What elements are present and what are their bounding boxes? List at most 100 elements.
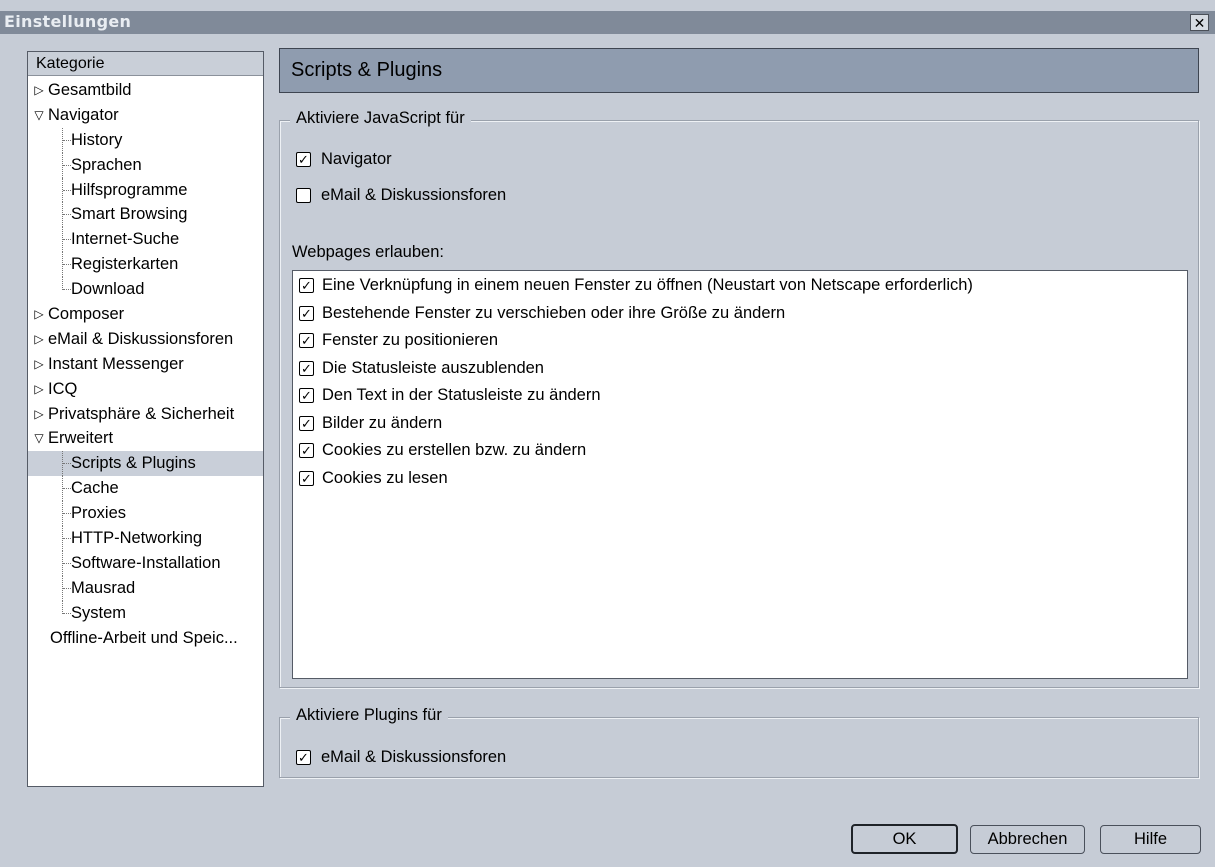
collapsed-arrow-icon[interactable]: ▷ [32,377,46,402]
tree-connector-line [62,152,63,178]
tree-item-system[interactable]: System [28,600,263,626]
tree-connector-line [63,587,71,589]
permission-row[interactable]: ✓ Den Text in der Statusleiste zu ändern [299,382,601,409]
tree-item-navigator[interactable]: ▽ Navigator [28,103,263,128]
collapsed-arrow-icon[interactable]: ▷ [32,402,46,427]
permission-row[interactable]: ✓ Bestehende Fenster zu verschieben oder … [299,300,785,327]
permission-row[interactable]: ✓ Fenster zu positionieren [299,327,498,354]
window-title: Einstellungen [4,12,132,31]
js-mail-checkbox[interactable] [296,188,311,203]
tree-item-cache[interactable]: Cache [28,476,263,502]
permission-checkbox[interactable]: ✓ [299,333,314,348]
expanded-arrow-icon[interactable]: ▽ [32,103,46,128]
tree-item-download[interactable]: Download [28,277,263,302]
tree-connector-line [62,575,63,601]
collapsed-arrow-icon[interactable]: ▷ [32,302,46,327]
tree-item-software-installation[interactable]: Software-Installation [28,550,263,576]
tree-item-scripts-plugins[interactable]: Scripts & Plugins [28,451,263,477]
tree-connector-line [62,177,63,203]
tree-connector-line [62,202,63,228]
tree-connector-line [62,550,63,576]
tree-connector-line [62,277,63,291]
permission-row[interactable]: ✓ Eine Verknüpfung in einem neuen Fenster… [299,272,973,299]
cancel-button[interactable]: Abbrechen [970,825,1085,854]
tree-item-mausrad[interactable]: Mausrad [28,575,263,601]
tree-item-history[interactable]: History [28,127,263,153]
tree-connector-line [63,289,71,291]
js-navigator-checkbox-row[interactable]: ✓ Navigator [296,150,392,169]
permission-label: Bilder zu ändern [322,413,443,432]
tree-item-label: Download [71,280,145,299]
plugins-mail-checkbox-row[interactable]: ✓ eMail & Diskussionsforen [296,748,506,767]
tree-item-hilfsprogramme[interactable]: Hilfsprogramme [28,177,263,203]
tree-item-registerkarten[interactable]: Registerkarten [28,252,263,278]
permission-row[interactable]: ✓ Die Statusleiste auszublenden [299,355,544,382]
permission-row[interactable]: ✓ Bilder zu ändern [299,410,442,437]
plugins-mail-checkbox[interactable]: ✓ [296,750,311,765]
tree-item-http-networking[interactable]: HTTP-Networking [28,526,263,551]
tree-connector-line [63,139,71,141]
permission-checkbox[interactable]: ✓ [299,278,314,293]
js-navigator-checkbox[interactable]: ✓ [296,152,311,167]
tree-item-email-diskussionsforen[interactable]: ▷ eMail & Diskussionsforen [28,327,263,352]
tree-connector-line [63,189,71,191]
tree-item-composer[interactable]: ▷ Composer [28,302,263,327]
permission-row[interactable]: ✓ Cookies zu lesen [299,465,448,492]
collapsed-arrow-icon[interactable]: ▷ [32,327,46,352]
tree-item-instant-messenger[interactable]: ▷ Instant Messenger [28,352,263,377]
permission-checkbox[interactable]: ✓ [299,415,314,431]
collapsed-arrow-icon[interactable]: ▷ [32,352,46,377]
tree-item-label: Offline-Arbeit und Speic... [50,628,238,647]
panel-title: Scripts & Plugins [291,59,443,81]
settings-window: Einstellungen ✕ Kategorie ▷ Gesamtbild ▽ Na… [0,0,1215,867]
permission-checkbox[interactable]: ✓ [299,443,314,458]
tree-item-label: History [71,130,123,149]
tree-item-proxies[interactable]: Proxies [28,501,263,527]
expanded-arrow-icon[interactable]: ▽ [32,426,46,451]
tree-item-gesamtbild[interactable]: ▷ Gesamtbild [28,78,263,103]
tree-item-label: Registerkarten [71,255,179,274]
help-button[interactable]: Hilfe [1100,825,1201,854]
tree-connector-line [63,562,71,564]
close-icon[interactable]: ✕ [1190,14,1209,31]
tree-item-privatsphäre-sicherheit[interactable]: ▷ Privatsphäre & Sicherheit [28,402,263,427]
permission-checkbox[interactable]: ✓ [299,470,314,486]
tree-item-erweitert[interactable]: ▽ Erweitert [28,426,263,451]
tree-connector-line [62,227,63,253]
tree-item-icq[interactable]: ▷ ICQ [28,377,263,402]
permission-checkbox[interactable]: ✓ [299,305,314,321]
tree-item-label: Internet-Suche [71,230,180,249]
tree-connector-line [63,164,71,166]
tree-item-label: HTTP-Networking [71,529,203,548]
tree-item-label: Cache [71,479,119,498]
tree-connector-line [63,214,71,216]
tree-connector-line [62,476,63,502]
permission-label: Den Text in der Statusleiste zu ändern [322,386,601,404]
collapsed-arrow-icon[interactable]: ▷ [32,78,46,103]
tree-item-internet-suche[interactable]: Internet-Suche [28,227,263,253]
category-tree: Kategorie ▷ Gesamtbild ▽ Navigator History Sp… [27,51,264,787]
permission-label: Die Statusleiste auszublenden [322,358,544,377]
tree-connector-line [63,264,71,266]
tree-item-offline-arbeit-und-speic[interactable]: Offline-Arbeit und Speic... [28,626,263,651]
webpages-label: Webpages erlauben: [292,243,444,261]
tree-item-sprachen[interactable]: Sprachen [28,152,263,178]
tree-connector-line [63,239,71,241]
permission-label: Eine Verknüpfung in einem neuen Fenster … [322,276,973,294]
permission-checkbox[interactable]: ✓ [299,388,314,403]
tree-item-label: eMail & Diskussionsforen [48,329,234,348]
js-mail-checkbox-row[interactable]: eMail & Diskussionsforen [296,186,506,205]
tree-connector-line [62,501,63,527]
ok-button[interactable]: OK [851,824,958,854]
permission-row[interactable]: ✓ Cookies zu erstellen bzw. zu ändern [299,437,586,464]
tree-item-label: Instant Messenger [48,354,184,373]
permission-checkbox[interactable]: ✓ [299,360,314,376]
plugins-mail-label: eMail & Diskussionsforen [321,748,507,766]
tree-item-label: Proxies [71,504,127,523]
tree-item-label: Smart Browsing [71,205,188,224]
tree-item-label: Erweitert [48,429,114,448]
js-navigator-label: Navigator [321,150,392,168]
tree-item-smart-browsing[interactable]: Smart Browsing [28,202,263,228]
tree-connector-line [62,451,63,477]
tree-connector-line [63,488,71,490]
